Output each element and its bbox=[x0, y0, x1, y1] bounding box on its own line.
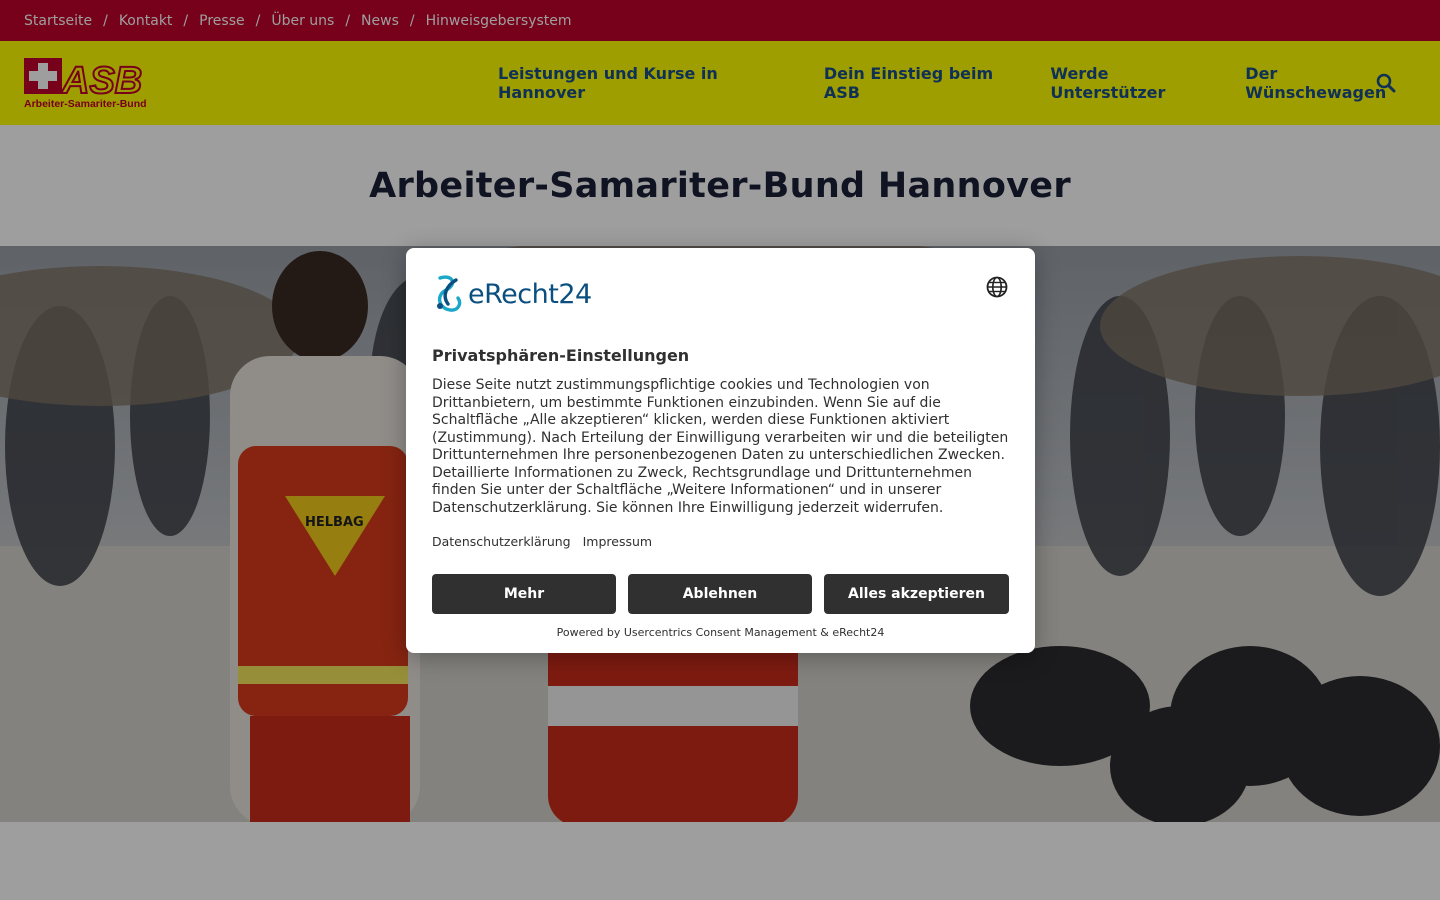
erecht24-logo-icon bbox=[437, 275, 462, 312]
consent-links: Datenschutzerklärung Impressum bbox=[432, 534, 664, 549]
erecht24-logo: eRecht24 bbox=[432, 274, 592, 314]
deny-button[interactable]: Ablehnen bbox=[628, 574, 812, 614]
privacy-policy-link[interactable]: Datenschutzerklärung bbox=[432, 534, 571, 549]
brand-name: eRecht24 bbox=[468, 278, 592, 310]
cookie-consent-dialog: eRecht24 Privatsphären-Einstellungen Die… bbox=[406, 248, 1035, 653]
globe-icon[interactable] bbox=[985, 275, 1009, 299]
powered-by-text: Powered by Usercentrics Consent Manageme… bbox=[556, 626, 885, 639]
imprint-link[interactable]: Impressum bbox=[583, 534, 652, 549]
accept-all-button[interactable]: Alles akzeptieren bbox=[824, 574, 1009, 614]
more-button[interactable]: Mehr bbox=[432, 574, 616, 614]
consent-description: Diese Seite nutzt zustimmungspflichtige … bbox=[432, 377, 1009, 516]
consent-title: Privatsphären-Einstellungen bbox=[432, 346, 690, 365]
